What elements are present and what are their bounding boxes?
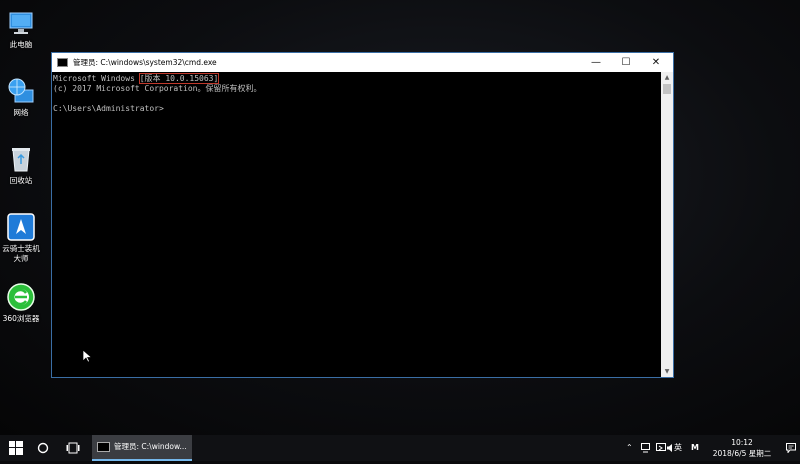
desktop-icon-label: 此电脑 [9, 40, 33, 49]
desktop-icon-label: 回收站 [9, 176, 33, 185]
network-icon [6, 76, 36, 106]
360-browser-icon [6, 282, 36, 312]
scroll-up-arrow-icon[interactable]: ▲ [661, 72, 673, 83]
computer-icon [6, 8, 36, 38]
scroll-down-arrow-icon[interactable]: ▼ [661, 366, 673, 377]
console-output[interactable]: Microsoft Windows [版本 10.0.15063] (c) 20… [52, 72, 661, 377]
recycle-bin-icon [6, 144, 36, 174]
cmd-icon [97, 442, 110, 452]
vertical-scrollbar[interactable]: ▲ ▼ [661, 72, 673, 377]
task-view-button[interactable] [62, 435, 84, 461]
desktop-icon-yunqishi[interactable]: 云骑士装机 大师 [0, 212, 42, 264]
desktop-icon-label: 360浏览器 [2, 314, 40, 323]
tray-chevron-up-icon[interactable]: ⌃ [626, 435, 633, 461]
clock-date: 2018/6/5 星期二 [712, 449, 772, 458]
maximize-button[interactable]: ☐ [611, 53, 641, 72]
task-view-icon [66, 442, 80, 454]
taskbar: 管理员: C:\window... ⌃ 英 M 10:12 2018/6/5 星… [0, 435, 800, 461]
close-button[interactable]: ✕ [641, 53, 671, 72]
desktop-icon-recycle-bin[interactable]: 回收站 [0, 144, 42, 186]
mouse-pointer-icon [82, 348, 93, 367]
start-button[interactable] [4, 435, 28, 461]
yunqishi-knight-icon [6, 212, 36, 242]
console-prompt: C:\Users\Administrator> [53, 104, 164, 113]
desktop-icon-label: 网络 [13, 108, 29, 117]
ime-language-indicator[interactable]: 英 [674, 435, 682, 461]
console-line1-prefix: Microsoft Windows [53, 74, 140, 83]
desktop-icon-network[interactable]: 网络 [0, 76, 42, 118]
desktop-icon-360-browser[interactable]: 360浏览器 [0, 282, 42, 324]
desktop-icon-label-line2: 大师 [13, 254, 29, 263]
console-line2: (c) 2017 Microsoft Corporation。保留所有权利。 [53, 84, 262, 93]
desktop-icon-label-line1: 云骑士装机 [2, 244, 40, 253]
taskbar-app-label: 管理员: C:\window... [114, 442, 187, 451]
window-title: 管理员: C:\windows\system32\cmd.exe [73, 58, 217, 67]
windows-logo-icon [9, 441, 23, 455]
desktop-icon-this-pc[interactable]: 此电脑 [0, 8, 42, 50]
search-button[interactable] [32, 435, 54, 461]
clock-time: 10:12 [731, 438, 753, 447]
ime-mode-indicator[interactable]: M [691, 435, 699, 461]
action-center-icon[interactable] [786, 435, 796, 461]
cmd-icon [57, 58, 68, 67]
cortana-circle-icon [37, 442, 49, 454]
tray-notification-icon[interactable] [641, 435, 652, 461]
minimize-button[interactable]: — [581, 53, 611, 72]
taskbar-clock[interactable]: 10:12 2018/6/5 星期二 [712, 437, 772, 459]
cmd-window[interactable]: 管理员: C:\windows\system32\cmd.exe — ☐ ✕ M… [51, 52, 674, 378]
taskbar-app-cmd[interactable]: 管理员: C:\window... [92, 435, 192, 461]
window-titlebar[interactable]: 管理员: C:\windows\system32\cmd.exe — ☐ ✕ [52, 53, 673, 72]
console-version-highlight: [版本 10.0.15063] [138, 73, 220, 84]
scroll-thumb[interactable] [663, 84, 671, 94]
desktop: 此电脑 网络 回收站 云骑士装机 大师 360浏览器 管理员: C:\windo… [0, 0, 800, 435]
